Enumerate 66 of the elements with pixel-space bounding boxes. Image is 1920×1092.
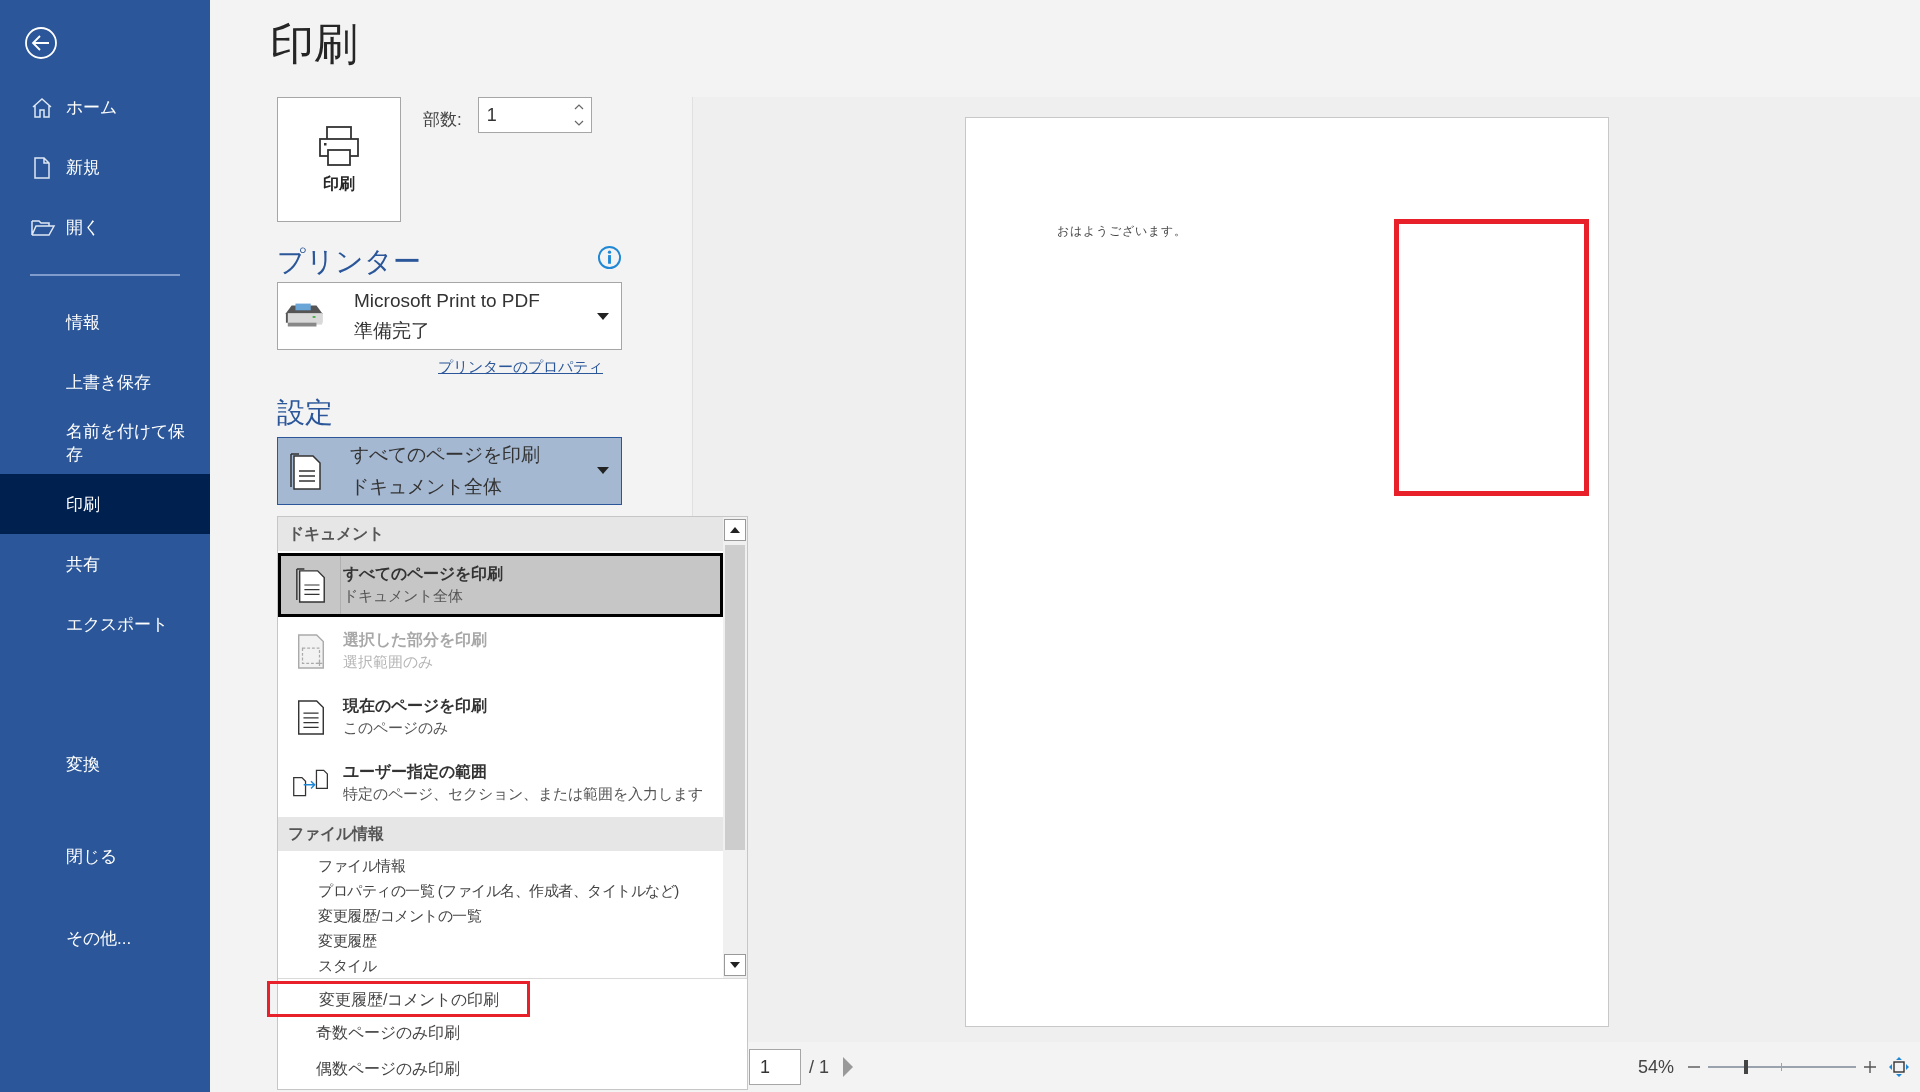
printer-name: Microsoft Print to PDF bbox=[354, 289, 541, 313]
copies-field[interactable]: 1 bbox=[477, 97, 592, 133]
slider-thumb[interactable] bbox=[1744, 1060, 1748, 1074]
printer-status: 準備完了 bbox=[354, 319, 431, 343]
sidebar-item[interactable]: 情報 bbox=[0, 292, 210, 352]
sidebar-item[interactable]: その他... bbox=[0, 908, 210, 968]
sidebar-item[interactable]: エクスポート bbox=[0, 594, 210, 654]
option-subtitle: このページのみ bbox=[343, 718, 449, 738]
print-range-subtitle: ドキュメント全体 bbox=[350, 474, 503, 499]
caret-icon bbox=[597, 312, 609, 320]
sidebar-item[interactable]: 変換 bbox=[0, 734, 210, 794]
section-heading: 設定 bbox=[277, 395, 334, 430]
option-subtitle: 選択範囲のみ bbox=[343, 652, 434, 672]
print-range-dropdown[interactable]: すべてのページを印刷 ドキュメント全体 bbox=[277, 436, 622, 505]
zoom-percentage: 54% bbox=[1637, 1055, 1674, 1079]
page-number-field[interactable]: 1 bbox=[749, 1049, 801, 1085]
menu-option[interactable]: ユーザー指定の範囲 特定のページ、セクション、または範囲を入力します bbox=[278, 751, 723, 815]
printer-icon bbox=[317, 123, 361, 168]
menu-item[interactable]: スタイル bbox=[278, 953, 376, 978]
option-subtitle: ドキュメント全体 bbox=[343, 586, 464, 606]
scrollbar-thumb[interactable] bbox=[725, 545, 745, 850]
printer-properties-link[interactable]: プリンターのプロパティ bbox=[438, 356, 603, 379]
option-title: すべてのページを印刷 bbox=[343, 564, 503, 584]
menu-option[interactable]: すべてのページを印刷 ドキュメント全体 bbox=[278, 553, 723, 617]
sidebar-item[interactable]: 開く bbox=[0, 198, 210, 258]
print-range-title: すべてのページを印刷 bbox=[350, 442, 541, 467]
spinner-icon[interactable] bbox=[572, 102, 585, 128]
menu-item[interactable]: プロパティの一覧 (ファイル名、作成者、タイトルなど) bbox=[278, 878, 679, 903]
page-total: / 1 bbox=[809, 1055, 829, 1079]
menu-item[interactable]: 変更履歴/コメントの印刷 bbox=[267, 981, 530, 1017]
document-text: おはようございます。 bbox=[1056, 223, 1187, 240]
back-icon[interactable] bbox=[24, 26, 58, 60]
menu-item[interactable]: 変更履歴 bbox=[278, 928, 376, 953]
printer-dropdown[interactable]: Microsoft Print to PDF 準備完了 bbox=[277, 282, 622, 350]
section-heading: プリンター bbox=[277, 245, 421, 279]
zoom-in-icon[interactable] bbox=[1864, 1061, 1876, 1073]
menu-section-heading: ファイル情報 bbox=[278, 817, 723, 851]
zoom-slider[interactable] bbox=[1708, 1060, 1856, 1074]
option-title: 現在のページを印刷 bbox=[343, 696, 487, 716]
option-title: 選択した部分を印刷 bbox=[343, 630, 487, 650]
sidebar-item[interactable]: 共有 bbox=[0, 534, 210, 594]
menu-option[interactable]: 現在のページを印刷 このページのみ bbox=[278, 685, 723, 749]
option-subtitle: 特定のページ、セクション、または範囲を入力します bbox=[343, 784, 703, 804]
sidebar-item[interactable]: 名前を付けて保存 bbox=[0, 412, 210, 474]
page-title: 印刷 bbox=[270, 18, 359, 70]
copies-label: 部数: bbox=[423, 109, 462, 131]
caret-icon bbox=[597, 467, 609, 474]
sidebar-item[interactable]: ホーム bbox=[0, 78, 210, 138]
document-pages-icon bbox=[288, 450, 324, 491]
menu-item[interactable]: 奇数ページのみ印刷 bbox=[278, 1017, 747, 1053]
info-icon[interactable] bbox=[597, 245, 622, 270]
sidebar-item[interactable]: 閉じる bbox=[0, 826, 210, 886]
menu-item[interactable]: 偶数ページのみ印刷 bbox=[278, 1053, 747, 1089]
menu-item[interactable]: ファイル情報 bbox=[278, 853, 405, 878]
fit-page-icon[interactable] bbox=[1888, 1056, 1910, 1078]
scrollbar[interactable] bbox=[723, 517, 747, 978]
sidebar-item[interactable]: 印刷 bbox=[0, 474, 210, 534]
menu-item[interactable]: 変更履歴/コメントの一覧 bbox=[278, 903, 482, 928]
scroll-up-icon[interactable] bbox=[724, 519, 746, 541]
option-title: ユーザー指定の範囲 bbox=[343, 762, 488, 782]
next-page-icon[interactable] bbox=[843, 1057, 853, 1077]
menu-section-heading: ドキュメント bbox=[278, 517, 723, 551]
sidebar-item[interactable]: 上書き保存 bbox=[0, 352, 210, 412]
scroll-down-icon[interactable] bbox=[724, 954, 746, 976]
sidebar-item[interactable]: 新規 bbox=[0, 138, 210, 198]
print-button[interactable]: 印刷 bbox=[277, 97, 401, 222]
